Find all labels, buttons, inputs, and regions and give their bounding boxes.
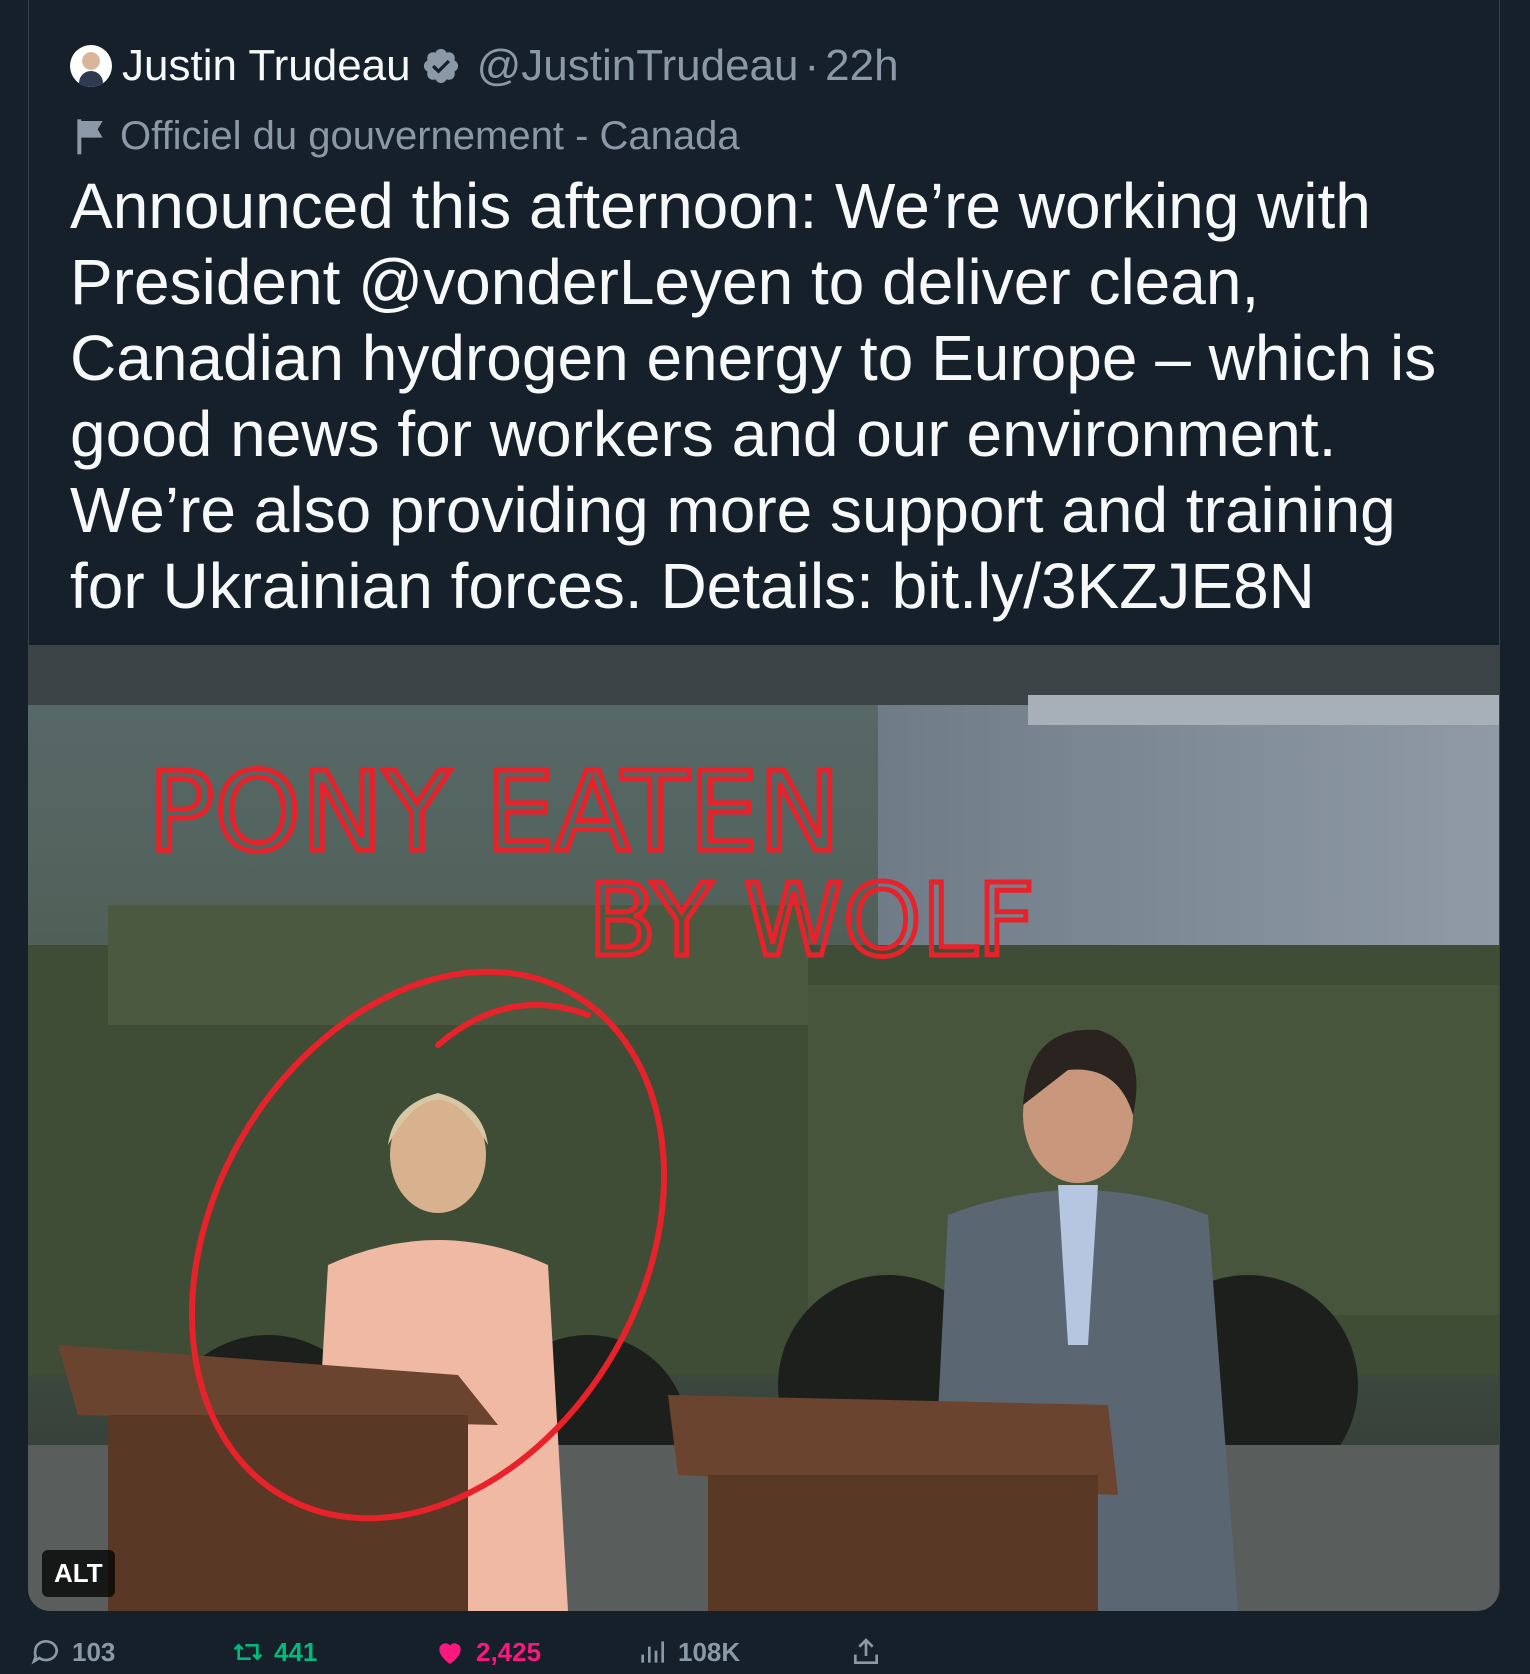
- tweet-text: Announced this afternoon: We’re working …: [70, 170, 1437, 622]
- view-count: 108K: [678, 1636, 741, 1667]
- alt-text-button[interactable]: ALT: [42, 1550, 115, 1597]
- tweet-action-bar: 103 441 2,425 108K: [0, 1632, 1530, 1672]
- retweet-icon: [233, 1643, 263, 1661]
- tweet-header: Justin Trudeau @JustinTrudeau · 22h: [70, 38, 899, 94]
- author-name[interactable]: Justin Trudeau: [122, 41, 411, 91]
- annotation-line-1: PONY EATEN: [148, 748, 841, 876]
- photo-illustration: PONY EATEN BY WOLF: [28, 645, 1499, 1611]
- reply-icon: [31, 1640, 58, 1665]
- avatar[interactable]: [70, 45, 112, 87]
- analytics-icon: [641, 1641, 664, 1663]
- retweet-button[interactable]: 441: [232, 1632, 317, 1672]
- like-count: 2,425: [476, 1636, 542, 1667]
- flag-icon: [77, 119, 103, 155]
- share-icon: [854, 1638, 878, 1664]
- heart-icon: [439, 1643, 461, 1664]
- like-button[interactable]: 2,425: [434, 1632, 541, 1672]
- share-button[interactable]: [850, 1632, 892, 1672]
- reply-button[interactable]: 103: [30, 1632, 115, 1672]
- tweet-timestamp[interactable]: 22h: [825, 41, 898, 91]
- author-handle[interactable]: @JustinTrudeau: [477, 41, 799, 91]
- retweet-count: 441: [274, 1636, 318, 1667]
- views-button[interactable]: 108K: [636, 1632, 740, 1672]
- annotation-line-2: BY WOLF: [588, 862, 1035, 979]
- reply-count: 103: [72, 1636, 116, 1667]
- tweet-photo[interactable]: PONY EATEN BY WOLF ALT: [28, 645, 1499, 1611]
- account-label: Officiel du gouvernement - Canada: [120, 113, 740, 158]
- header-separator: ·: [804, 41, 820, 90]
- government-label: Officiel du gouvernement - Canada: [74, 108, 740, 164]
- verified-badge-icon: [423, 48, 458, 84]
